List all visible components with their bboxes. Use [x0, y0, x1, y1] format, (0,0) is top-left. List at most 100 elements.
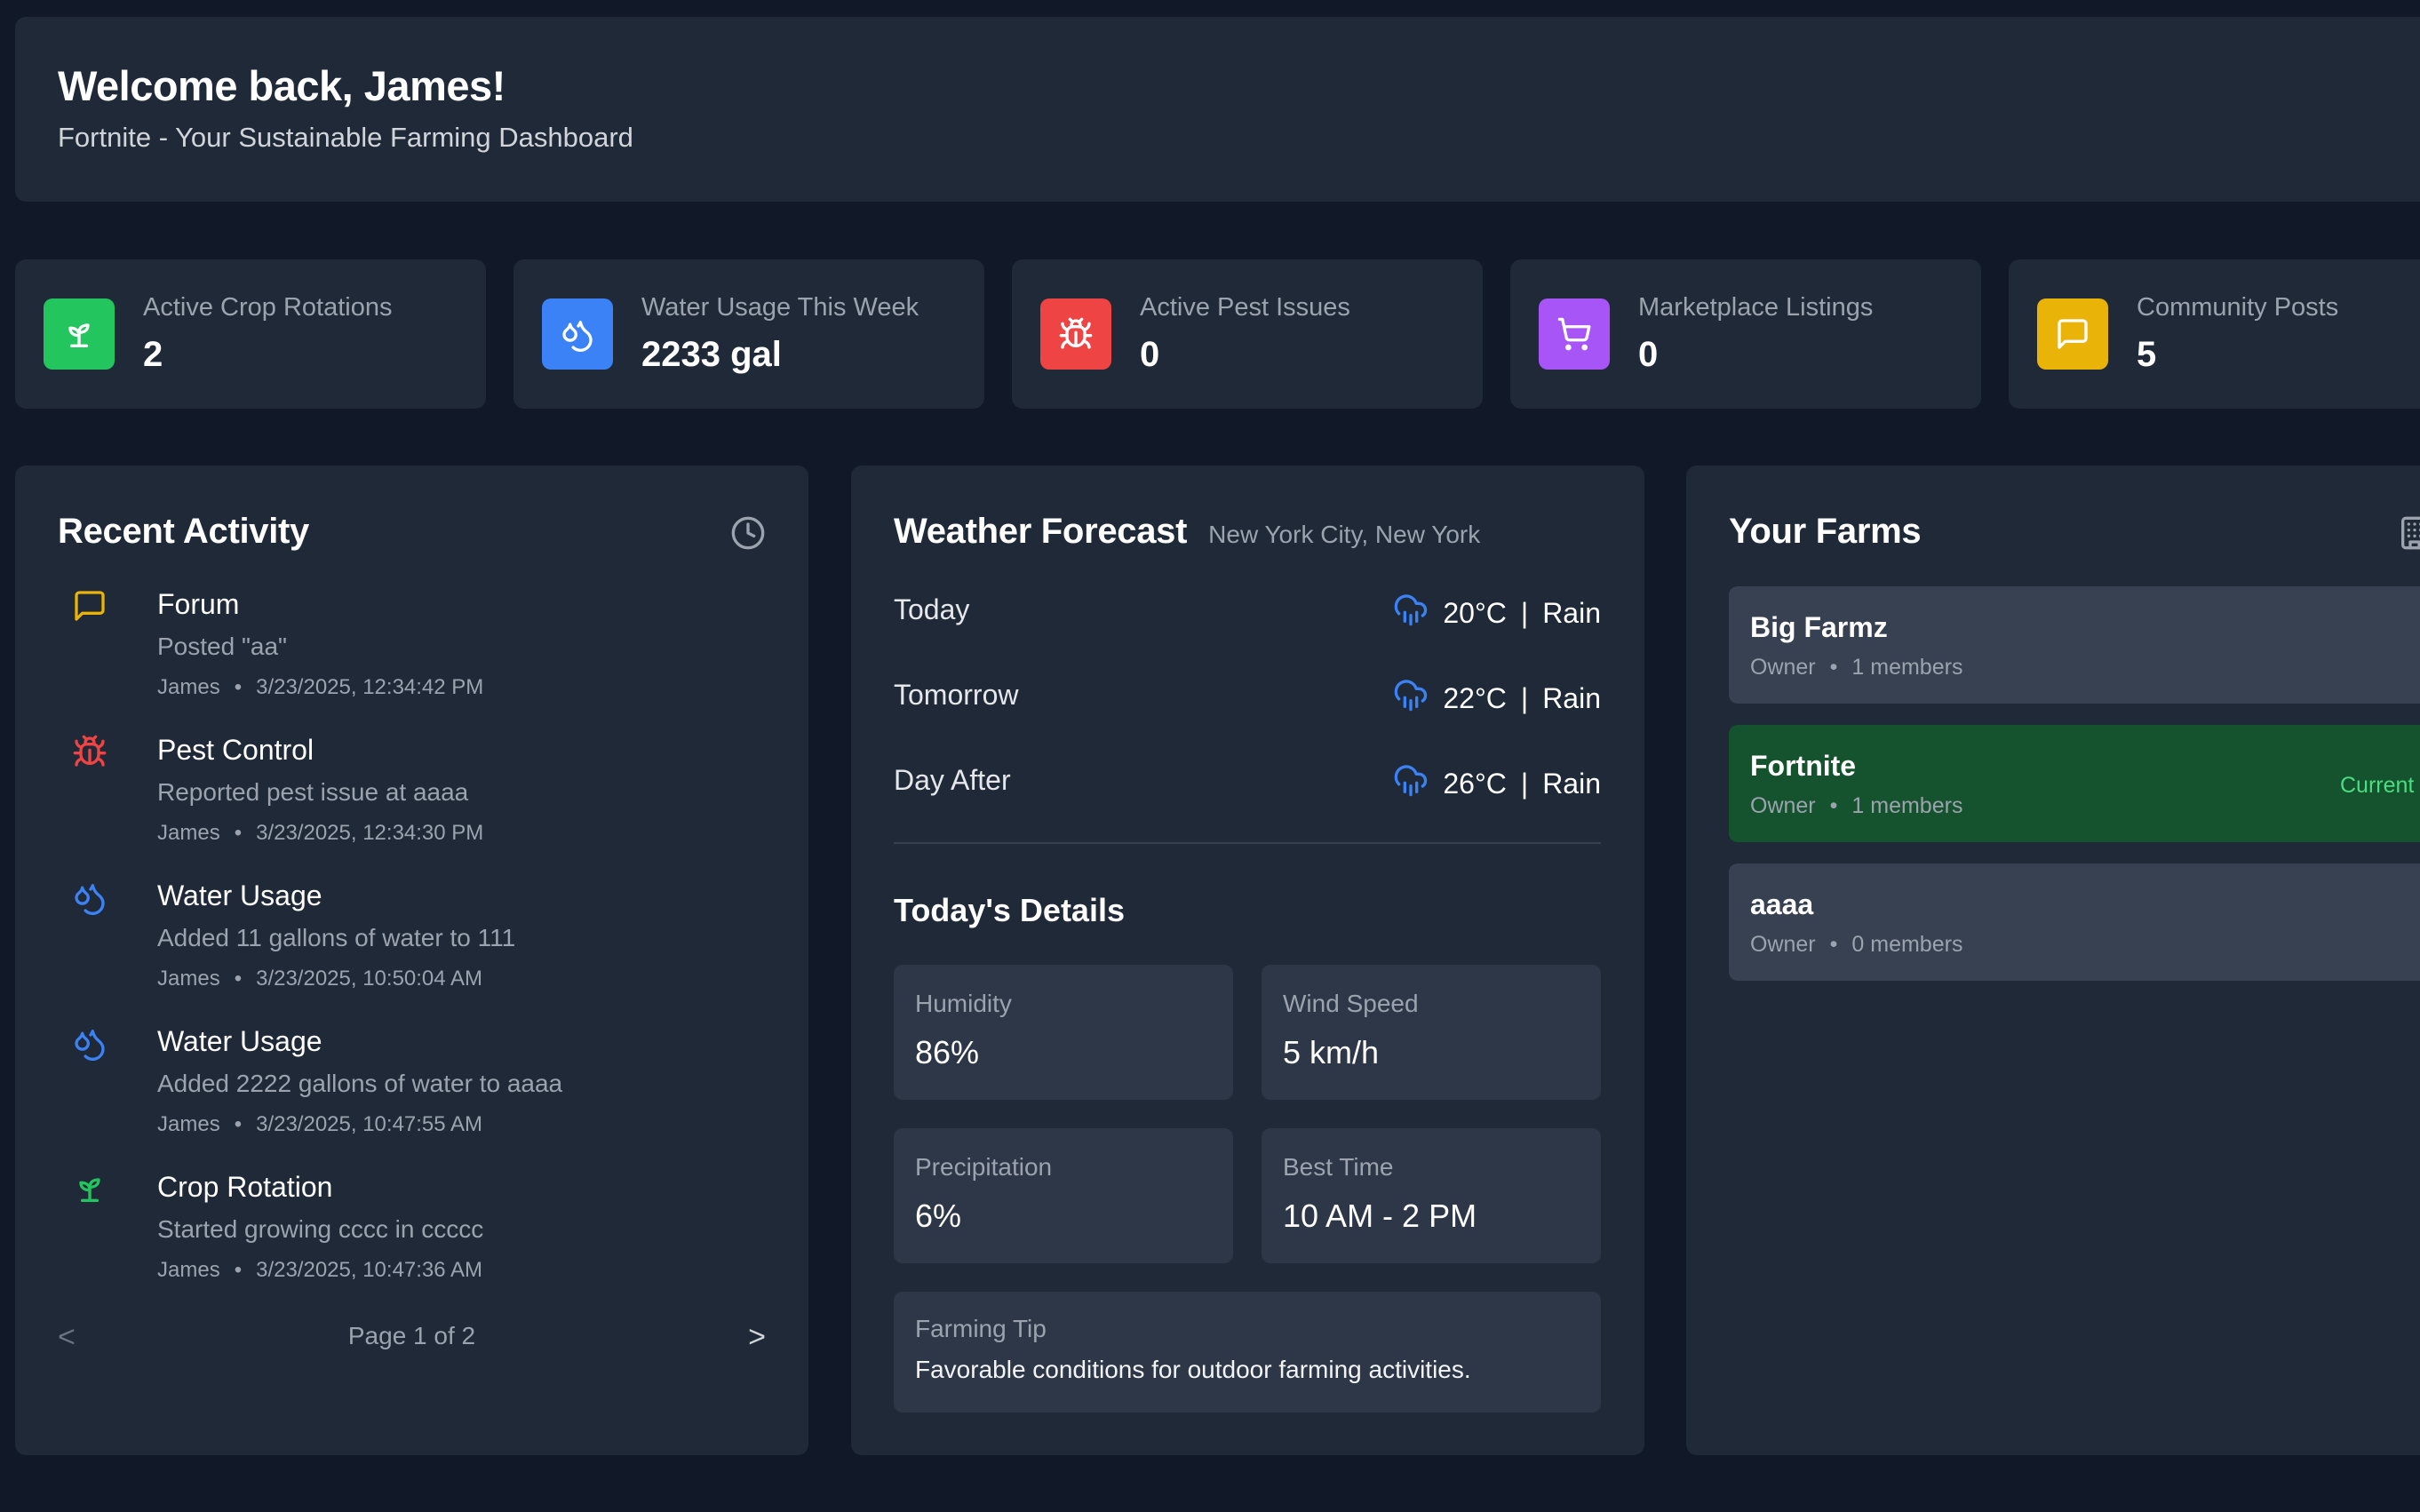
sprout-icon [44, 298, 115, 370]
farm-name: Big Farmz [1750, 611, 1888, 643]
stat-value: 0 [1140, 335, 1160, 374]
current-farm-badge: Current [2340, 773, 2415, 798]
clock-icon[interactable] [730, 515, 766, 551]
activity-time: 3/23/2025, 10:47:55 AM [256, 1112, 482, 1136]
farm-item[interactable]: Big Farmz Owner • 1 members [1729, 586, 2420, 704]
tip-label: Farming Tip [915, 1315, 1047, 1342]
stat-value: 2 [143, 335, 163, 374]
forecast-temp: 20°C [1443, 596, 1507, 629]
stat-label: Water Usage This Week [641, 293, 919, 322]
stat-value: 0 [1638, 335, 1659, 374]
activity-user: James [157, 1258, 220, 1282]
droplets-icon [72, 1025, 107, 1061]
forecast-separator: | [1520, 596, 1529, 629]
detail-value: 6% [915, 1198, 962, 1234]
separator-dot: • [234, 967, 243, 991]
activity-meta: James • 3/23/2025, 10:50:04 AM [157, 967, 482, 991]
farm-item-current[interactable]: Fortnite Owner • 1 members Current [1729, 725, 2420, 842]
activity-description: Posted "aa" [157, 633, 287, 660]
activity-user: James [157, 1112, 220, 1136]
droplets-icon [542, 298, 613, 370]
stat-value: 5 [2137, 335, 2157, 374]
humidity-card: Humidity 86% [894, 965, 1233, 1100]
welcome-title: Welcome back, James! [58, 62, 505, 109]
wind-speed-card: Wind Speed 5 km/h [1262, 965, 1601, 1100]
cloud-rain-icon [1393, 592, 1443, 634]
detail-value: 5 km/h [1283, 1034, 1380, 1070]
panel-title: Weather Forecast [894, 512, 1188, 551]
activity-title: Water Usage [157, 1025, 322, 1057]
forecast-temp: 26°C [1443, 767, 1507, 800]
activity-time: 3/23/2025, 10:47:36 AM [256, 1258, 482, 1282]
detail-value: 10 AM - 2 PM [1283, 1198, 1477, 1234]
forecast-condition: Rain [1542, 767, 1601, 800]
stat-card-community-posts[interactable]: Community Posts 5 [2009, 259, 2420, 409]
farm-item[interactable]: aaaa Owner • 0 members [1729, 863, 2420, 981]
page-indicator: Page 1 of 2 [347, 1322, 476, 1349]
farm-meta: Owner • 1 members [1750, 655, 2420, 680]
forecast-separator: | [1520, 681, 1529, 714]
farm-meta: Owner • 0 members [1750, 932, 2420, 958]
weather-panel: Weather Forecast New York City, New York… [851, 466, 1644, 1455]
activity-user: James [157, 675, 220, 699]
activity-description: Started growing cccc in ccccc [157, 1215, 484, 1243]
farms-panel: Your Farms Big Farmz Owner • 1 members For… [1686, 466, 2420, 1455]
panel-title: Recent Activity [58, 512, 310, 551]
forecast-row: Tomorrow 22°C | Rain [894, 673, 1601, 718]
cloud-rain-icon [1393, 762, 1443, 805]
stat-label: Community Posts [2137, 293, 2339, 322]
activity-description: Reported pest issue at aaaa [157, 778, 469, 806]
farm-role: Owner [1750, 655, 1816, 680]
farm-members: 1 members [1851, 793, 1963, 818]
detail-label: Humidity [915, 990, 1012, 1017]
forecast-condition: Rain [1542, 596, 1601, 629]
dashboard: Welcome back, James! Fortnite - Your Sus… [0, 0, 2420, 1512]
farm-name: aaaa [1750, 888, 1814, 920]
cart-icon [1539, 298, 1610, 370]
separator-dot: • [234, 821, 243, 845]
precipitation-card: Precipitation 6% [894, 1128, 1233, 1263]
detail-value: 86% [915, 1034, 980, 1070]
separator-dot: • [1829, 793, 1838, 818]
stat-label: Active Pest Issues [1140, 293, 1350, 322]
detail-label: Best Time [1283, 1153, 1394, 1181]
activity-time: 3/23/2025, 12:34:42 PM [256, 675, 484, 699]
activity-title: Water Usage [157, 879, 322, 911]
activity-title: Crop Rotation [157, 1171, 333, 1203]
activity-user: James [157, 821, 220, 845]
activity-meta: James • 3/23/2025, 10:47:36 AM [157, 1258, 482, 1283]
forecast-row: Today 20°C | Rain [894, 588, 1601, 633]
forecast-row: Day After 26°C | Rain [894, 759, 1601, 803]
farm-name: Fortnite [1750, 750, 1857, 782]
panel-title: Your Farms [1729, 512, 1922, 551]
stat-card-crop-rotations[interactable]: Active Crop Rotations 2 [15, 259, 486, 409]
farm-role: Owner [1750, 932, 1816, 957]
divider [894, 842, 1601, 844]
bug-icon [1040, 298, 1111, 370]
separator-dot: • [234, 1258, 243, 1282]
detail-label: Wind Speed [1283, 990, 1419, 1017]
stat-card-pest-issues[interactable]: Active Pest Issues 0 [1012, 259, 1483, 409]
forecast-temp: 22°C [1443, 681, 1507, 714]
building-icon[interactable] [2397, 515, 2420, 551]
separator-dot: • [1829, 932, 1838, 957]
stat-card-marketplace[interactable]: Marketplace Listings 0 [1510, 259, 1981, 409]
farm-role: Owner [1750, 793, 1816, 818]
separator-dot: • [234, 675, 243, 699]
activity-meta: James • 3/23/2025, 12:34:42 PM [157, 675, 483, 700]
forecast-day: Tomorrow [894, 679, 1019, 711]
stat-value: 2233 gal [641, 335, 782, 374]
separator-dot: • [234, 1112, 243, 1136]
forecast-day: Day After [894, 764, 1011, 796]
activity-time: 3/23/2025, 10:50:04 AM [256, 967, 482, 991]
sprout-icon [72, 1171, 107, 1206]
farm-members: 1 members [1851, 655, 1963, 680]
stat-card-water-usage[interactable]: Water Usage This Week 2233 gal [513, 259, 984, 409]
next-page-button[interactable]: > [748, 1320, 766, 1355]
farm-meta: Owner • 1 members [1750, 793, 2420, 819]
activity-description: Added 2222 gallons of water to aaaa [157, 1070, 563, 1097]
detail-label: Precipitation [915, 1153, 1053, 1181]
message-square-icon [2037, 298, 2108, 370]
welcome-subtitle: Fortnite - Your Sustainable Farming Dash… [58, 121, 633, 153]
activity-title: Forum [157, 588, 240, 620]
